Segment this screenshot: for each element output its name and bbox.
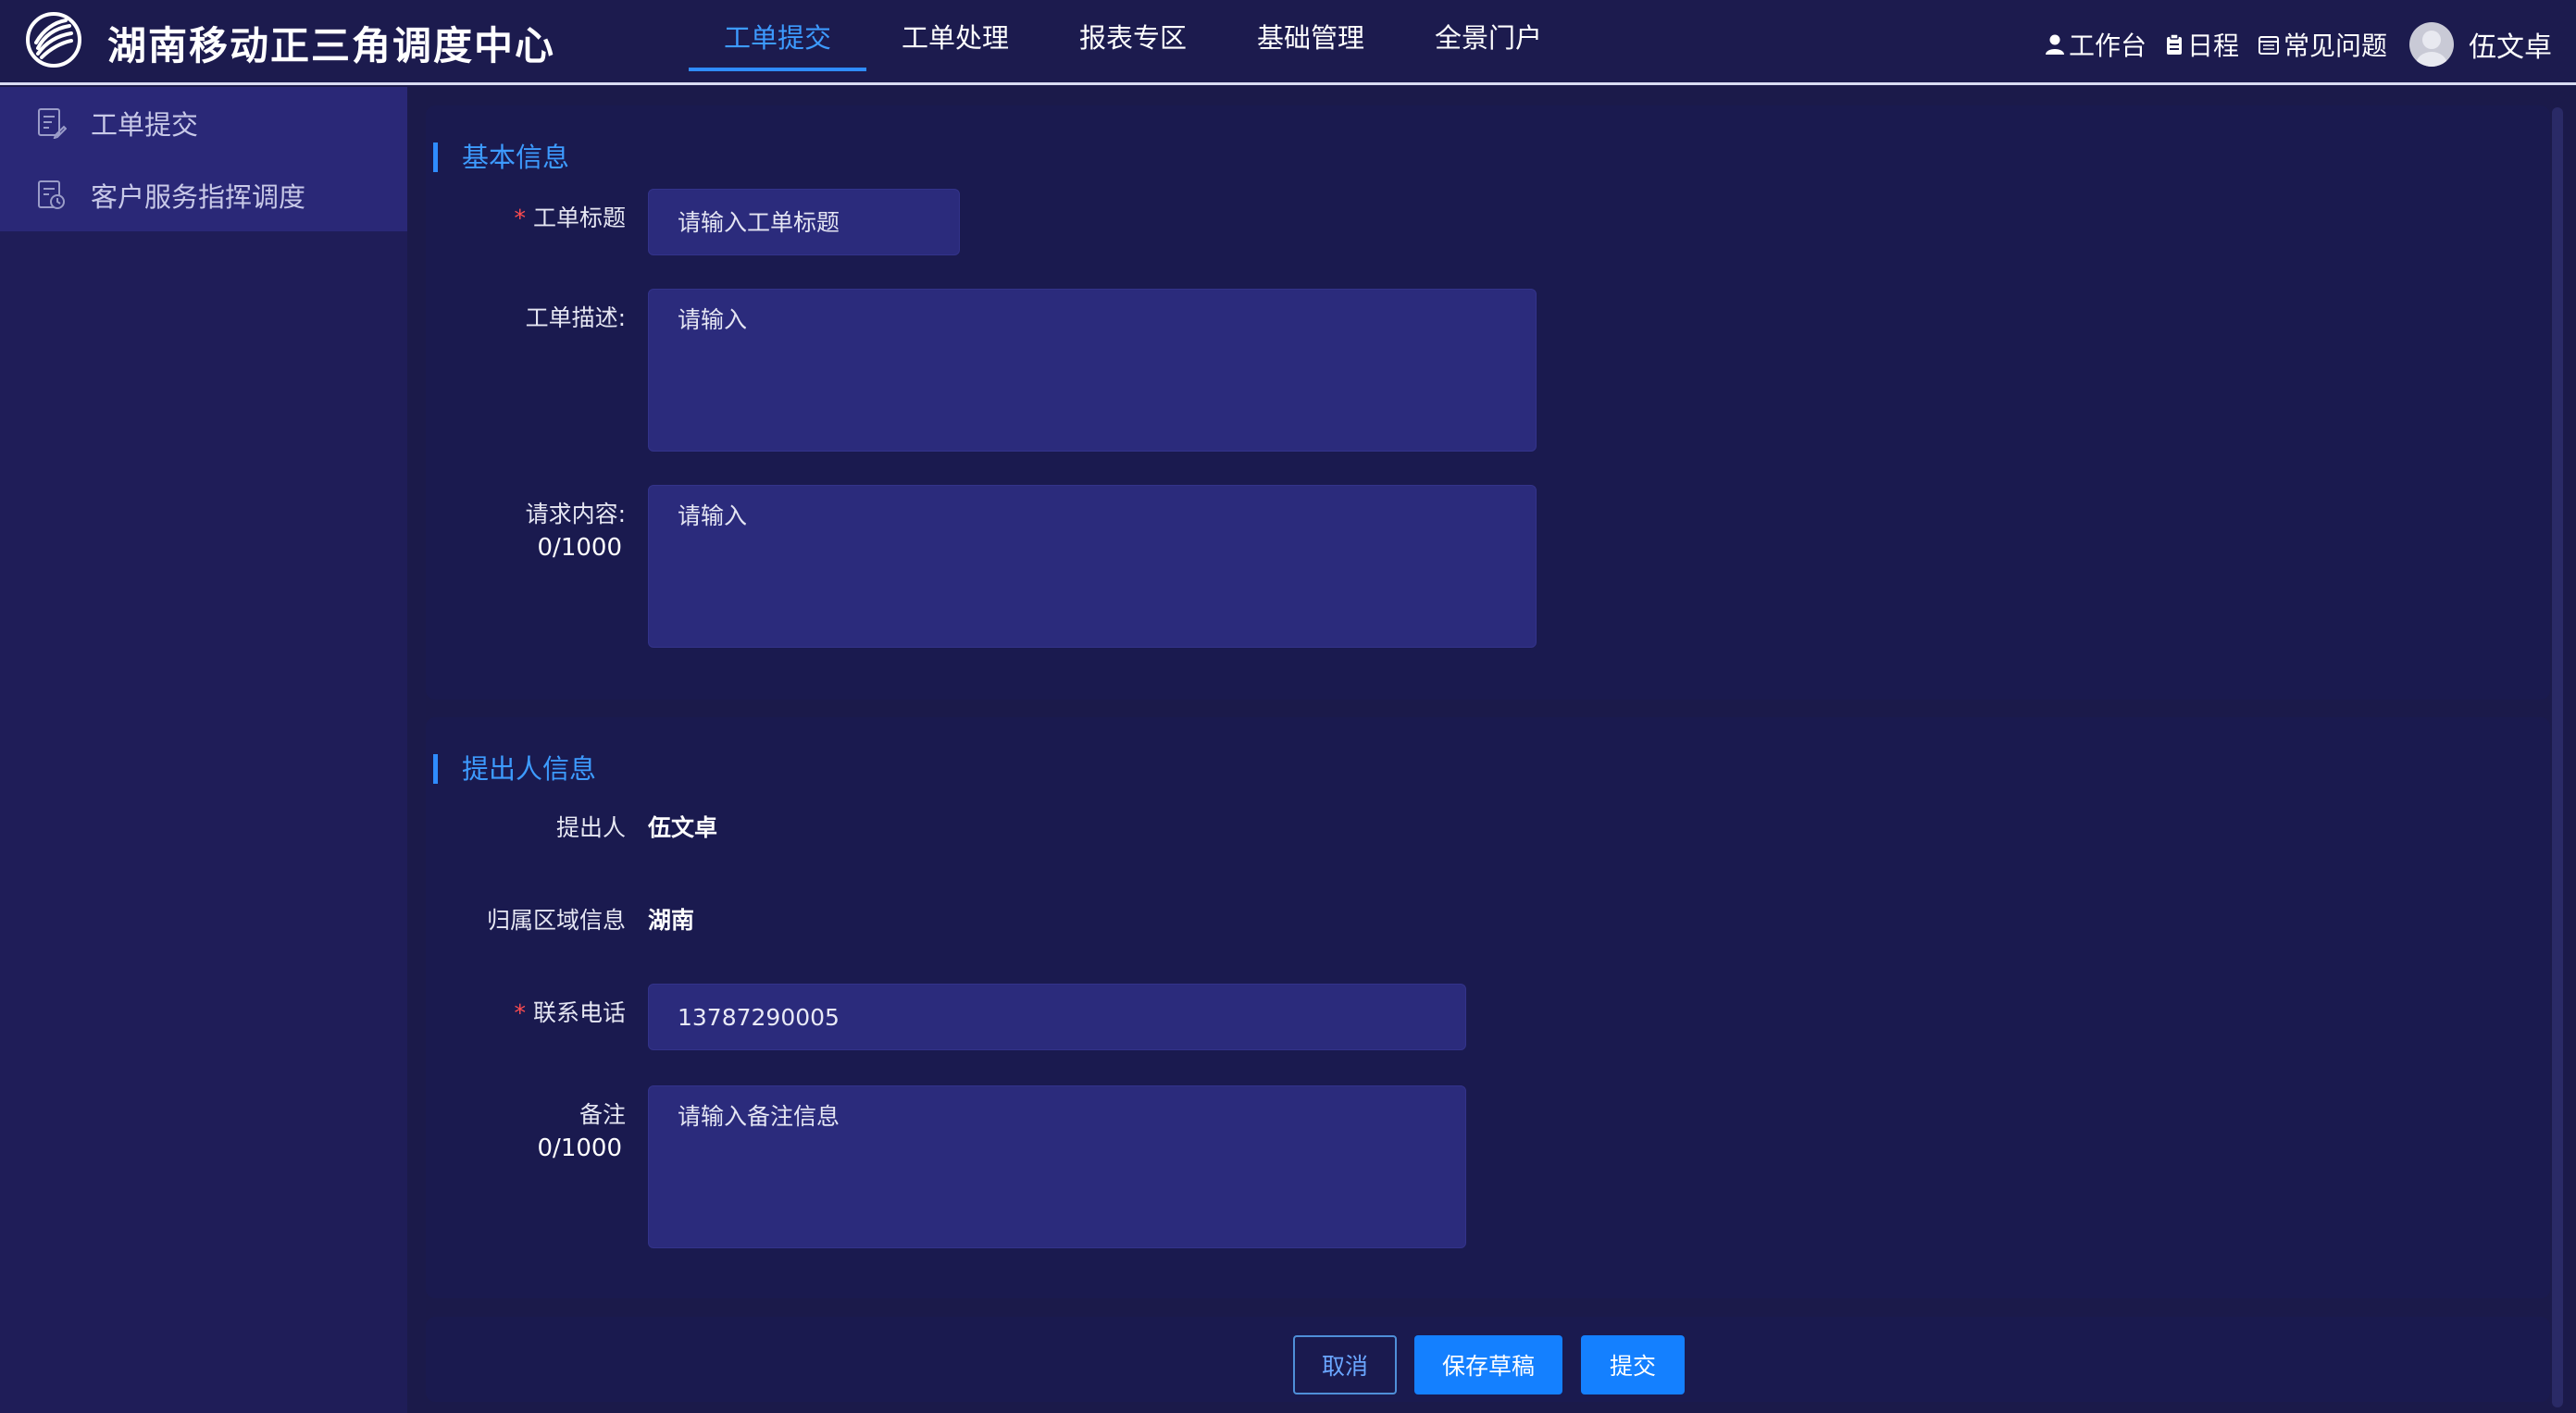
phone-label: * 联系电话	[441, 997, 626, 1030]
remark-label: 备注	[579, 1101, 626, 1128]
proposer-info-card: 提出人信息 提出人 伍文卓 归属区域信息 湖南 *联系电话 备注 0/1000	[426, 717, 2550, 1298]
sidebar-item-customer-dispatch[interactable]: 客户服务指挥调度	[0, 159, 407, 231]
form-edit-icon	[38, 108, 67, 139]
nav-tab-basic-management[interactable]: 基础管理	[1222, 0, 1400, 82]
region-value: 湖南	[648, 907, 695, 934]
nav-tab-process[interactable]: 工单处理	[866, 0, 1044, 82]
app-title: 湖南移动正三角调度中心	[107, 23, 556, 68]
proposer-value: 伍文卓	[648, 814, 718, 841]
main-nav: 工单提交 工单处理 报表专区 基础管理 全景门户	[689, 0, 1577, 82]
proposer-label: 提出人	[555, 814, 626, 841]
calendar-icon	[2258, 36, 2279, 55]
remark-char-counter: 0/1000	[537, 1134, 622, 1162]
user-avatar[interactable]	[2409, 22, 2454, 67]
nav-tab-reports[interactable]: 报表专区	[1044, 0, 1222, 82]
submit-button[interactable]: 提交	[1581, 1335, 1685, 1394]
proposer-info-title: 提出人信息	[433, 754, 596, 784]
description-label: 工单描述:	[525, 304, 626, 331]
sidebar-item-label: 客户服务指挥调度	[91, 181, 306, 213]
phone-label-text: 联系电话	[532, 999, 626, 1026]
cancel-button[interactable]: 取消	[1293, 1335, 1397, 1394]
top-header: 湖南移动正三角调度中心 工单提交 工单处理 报表专区 基础管理 全景门户 工作台…	[0, 0, 2576, 85]
basic-info-title: 基本信息	[433, 143, 569, 172]
action-bar: 取消 保存草稿 提交	[426, 1317, 2550, 1402]
china-mobile-logo-icon[interactable]	[25, 11, 82, 68]
clipboard-icon	[2166, 33, 2182, 55]
sidebar-item-label: 工单提交	[91, 109, 199, 141]
username[interactable]: 伍文卓	[2469, 24, 2552, 65]
sidebar-item-ticket-submit[interactable]: 工单提交	[0, 87, 407, 159]
workbench-link[interactable]: 工作台	[2045, 26, 2147, 63]
ticket-title-input[interactable]	[648, 189, 960, 255]
nav-tab-panorama-portal[interactable]: 全景门户	[1400, 0, 1577, 82]
user-icon	[2045, 34, 2064, 55]
sidebar: 工单提交 客户服务指挥调度	[0, 87, 407, 1413]
nav-tab-submit[interactable]: 工单提交	[689, 0, 866, 82]
ticket-title-label-text: 工单标题	[532, 205, 626, 231]
workbench-label: 工作台	[2068, 31, 2147, 61]
schedule-link[interactable]: 日程	[2165, 26, 2239, 63]
region-label: 归属区域信息	[486, 907, 626, 934]
vertical-scrollbar[interactable]	[2552, 107, 2563, 1407]
phone-input[interactable]	[648, 984, 1466, 1050]
request-content-label: 请求内容:	[525, 501, 626, 527]
basic-info-card: 基本信息 *工单标题 工单描述: 请求内容: 0/1000	[426, 105, 2550, 700]
description-textarea[interactable]	[648, 289, 1537, 452]
request-char-counter: 0/1000	[537, 534, 622, 562]
required-asterisk: *	[514, 999, 526, 1026]
remark-textarea[interactable]	[648, 1085, 1466, 1248]
faq-label: 常见问题	[2283, 31, 2387, 61]
save-draft-button[interactable]: 保存草稿	[1414, 1335, 1562, 1394]
schedule-label: 日程	[2186, 31, 2239, 61]
header-user-area: 工作台 日程 常见问题 伍文卓	[2045, 20, 2552, 68]
dispatch-clock-icon	[38, 180, 65, 209]
required-asterisk: *	[514, 205, 526, 231]
ticket-title-label: * 工单标题	[441, 202, 626, 235]
faq-link[interactable]: 常见问题	[2258, 26, 2387, 63]
sidebar-menu: 工单提交 客户服务指挥调度	[0, 87, 407, 231]
request-content-textarea[interactable]	[648, 485, 1537, 648]
